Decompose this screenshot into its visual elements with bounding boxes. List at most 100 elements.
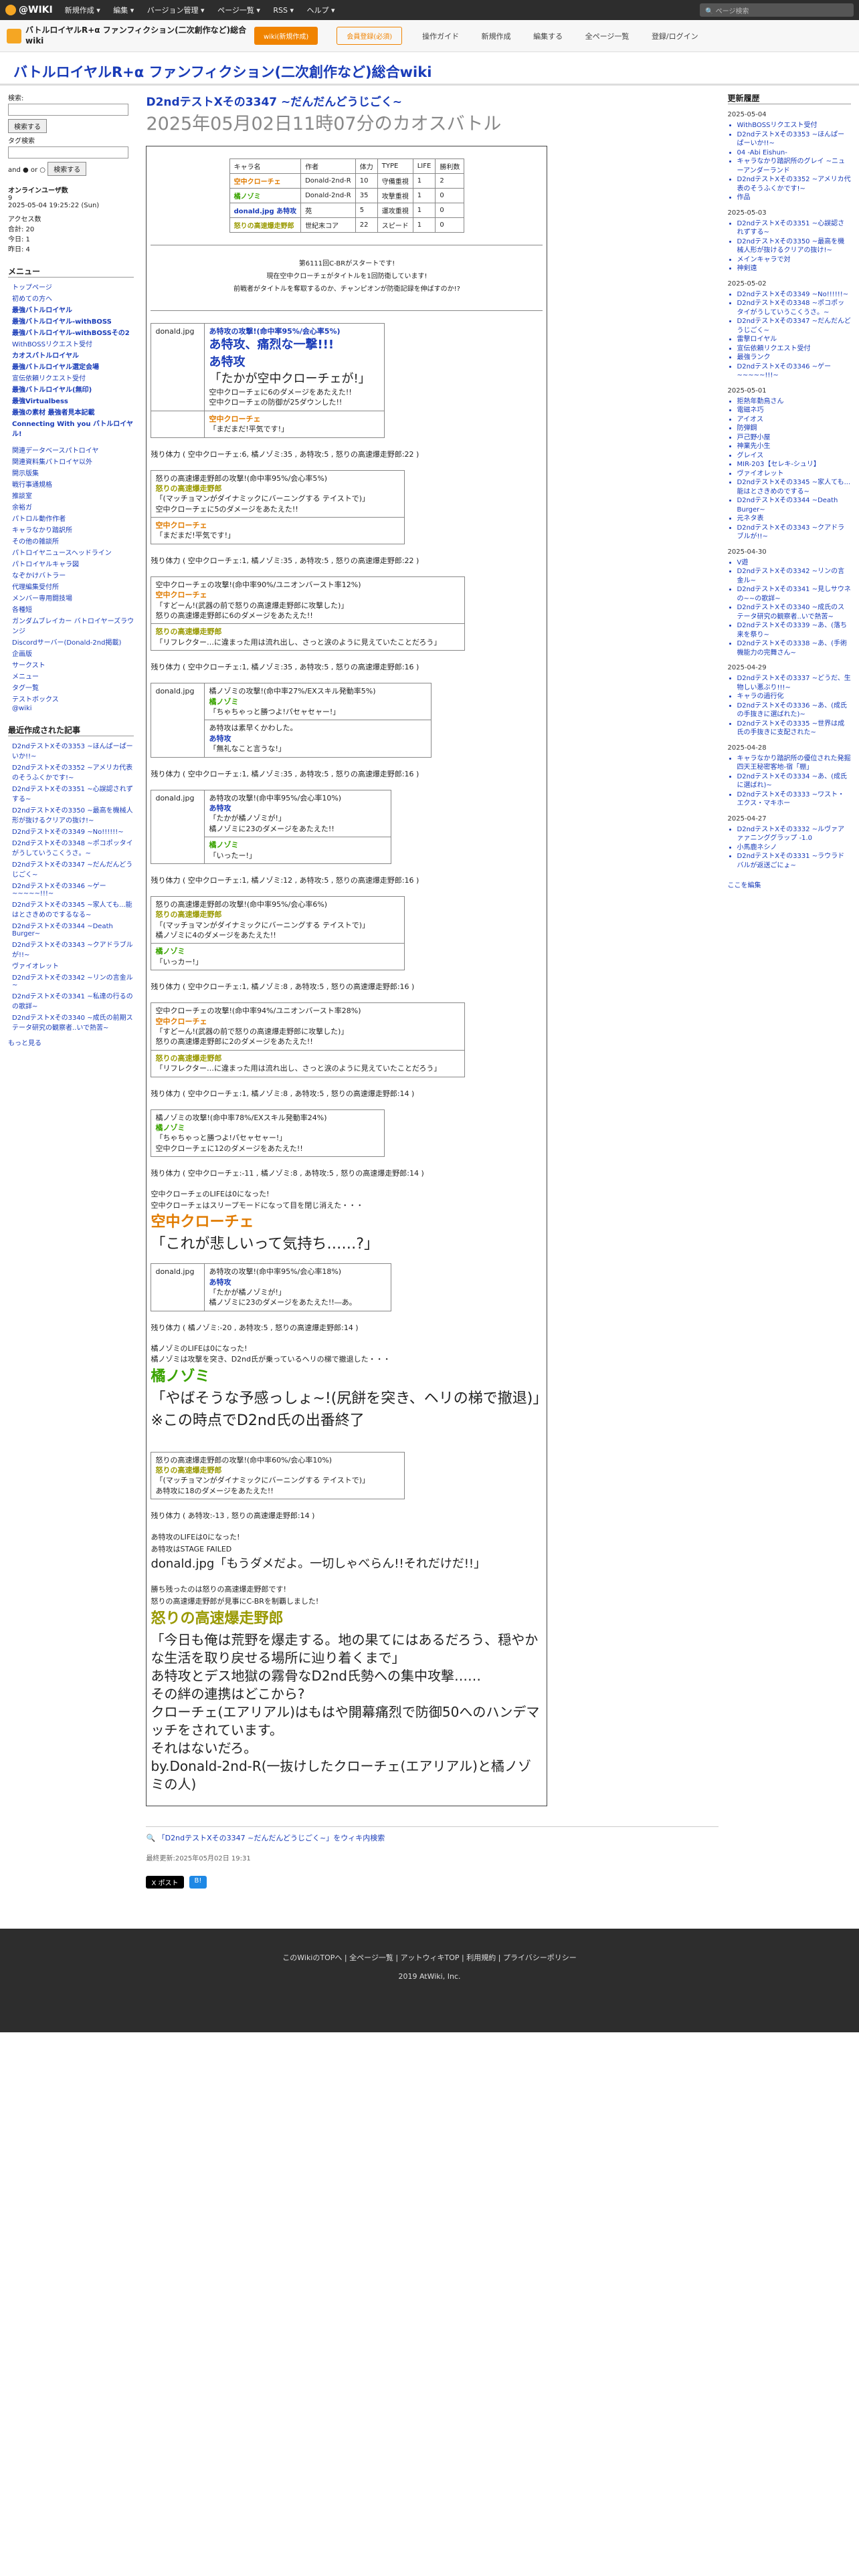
history-item[interactable]: D2ndテストXその3349 ~No!!!!!!~ [737, 290, 852, 300]
menu-item[interactable]: 最強バトルロイヤル選定会場 [12, 361, 134, 371]
history-item[interactable]: キャラなかり踏訳所のグレイ ~ニューアンダーランド [737, 157, 852, 175]
sub-menu-item[interactable]: 企画版 [12, 648, 134, 658]
edit-this-link[interactable]: ここを編集 [728, 879, 852, 889]
menu-item[interactable]: WithBOSSリクエスト受付 [12, 338, 134, 348]
history-item[interactable]: メインキャラで対 [737, 255, 852, 265]
recent-item[interactable]: D2ndテストXその3349 ~No!!!!!!~ [12, 826, 134, 836]
and-or-radio[interactable]: and ● or ○ [8, 167, 45, 174]
history-item[interactable]: D2ndテストXその3345 ~家人ても...能はとさきめのでする~ [737, 478, 852, 496]
recent-item[interactable]: D2ndテストXその3351 ~心誤認されずする~ [12, 783, 134, 803]
hatena-button[interactable]: B! [189, 1875, 207, 1889]
footer-links[interactable]: このWikiのTOPへ | 全ページ一覧 | アットウィキTOP | 利用規約 … [0, 1949, 859, 1968]
site-name[interactable]: バトルロイヤルR+α ファンフィクション(二次創作など)総合wiki [7, 25, 254, 46]
history-item[interactable]: 小馬鹿ネシノ [737, 843, 852, 853]
register-button[interactable]: 会員登録(必須) [337, 27, 403, 45]
menu-edit[interactable]: 編集 ▾ [113, 6, 134, 15]
history-item[interactable]: 04 -Abi Eishun- [737, 148, 852, 158]
history-item[interactable]: グレイス [737, 451, 852, 461]
tag-search-button[interactable]: 検索する [47, 162, 87, 176]
recent-item[interactable]: D2ndテストXその3341 ~私達の行るのの歌詳~ [12, 990, 134, 1010]
x-post-button[interactable]: X ポスト [146, 1875, 184, 1889]
sub-menu-item[interactable]: 各種短 [12, 604, 134, 614]
history-item[interactable]: 雷撃ロイヤル [737, 335, 852, 344]
history-item[interactable]: 戸己野小屋 [737, 433, 852, 443]
sub-menu-item[interactable]: 関連資料集パトロイヤ以外 [12, 456, 134, 466]
menu-item[interactable]: 最強バトルロイヤル [12, 304, 134, 314]
history-item[interactable]: D2ndテストXその3335 ~世界は成氏の手抜きに支配された~ [737, 720, 852, 738]
sub-menu-item[interactable]: メニュー [12, 671, 134, 681]
menu-item[interactable]: トップページ [12, 282, 134, 292]
wiki-search-link[interactable]: 🔍 「D2ndテストXその3347 ~だんだんどうじごく~」をウィキ内検索 [146, 1826, 719, 1843]
recent-item[interactable]: D2ndテストXその3342 ~リンの言金ル~ [12, 972, 134, 989]
menu-item[interactable]: 初めての方へ [12, 293, 134, 303]
history-item[interactable]: アイオス [737, 415, 852, 425]
sub-menu-item[interactable]: パトロイヤニュースヘッドライン [12, 547, 134, 557]
all-pages-link[interactable]: 全ページ一覧 [585, 32, 630, 41]
history-item[interactable]: V遊 [737, 558, 852, 568]
history-item[interactable]: D2ndテストXその3344 ~Death Burger~ [737, 496, 852, 514]
sub-menu-item[interactable]: タグ一覧 [12, 682, 134, 692]
sidebar-search-button[interactable]: 検索する [8, 119, 47, 133]
menu-item[interactable]: 最強バトルロイヤル-withBOSSその2 [12, 327, 134, 337]
history-item[interactable]: D2ndテストXその3353 ~ほんぱーぱーいか!!~ [737, 130, 852, 148]
recent-item[interactable]: D2ndテストXその3352 ~アメリカ代表のそうふくかです!~ [12, 762, 134, 782]
recent-item[interactable]: D2ndテストXその3347 ~だんだんどうじごく~ [12, 859, 134, 879]
menu-rss[interactable]: RSS ▾ [273, 6, 294, 15]
sub-menu-item[interactable]: 戦行事通規格 [12, 479, 134, 489]
sub-menu-item[interactable]: 推談室 [12, 490, 134, 500]
sub-menu-item[interactable]: 関連データベースパトロイヤ [12, 445, 134, 455]
atwiki-logo[interactable]: @WIKI [5, 5, 53, 15]
history-item[interactable]: 拒熱年勤鳥さん [737, 397, 852, 407]
recent-item[interactable]: D2ndテストXその3345 ~家人ても...能はとさきめのでするなる~ [12, 899, 134, 919]
history-item[interactable]: D2ndテストXその3352 ~アメリカ代表のそうふくかです!~ [737, 175, 852, 193]
history-item[interactable]: D2ndテストXその3337 ~どうだ、生物しい悪ぶり!!!~ [737, 674, 852, 692]
menu-pages[interactable]: ページ一覧 ▾ [217, 6, 260, 15]
history-item[interactable]: 防弾鋼 [737, 424, 852, 433]
history-item[interactable]: D2ndテストXその3339 ~あ、(落ち来を祭り~ [737, 621, 852, 639]
history-item[interactable]: D2ndテストXその3331 ~ラウラドバルが返送ごにょ~ [737, 852, 852, 870]
recent-item[interactable]: D2ndテストXその3348 ~ポコポッタイがうしていうこくうさ。~ [12, 837, 134, 857]
more-link[interactable]: もっと見る [8, 1037, 134, 1047]
history-item[interactable]: D2ndテストXその3347 ~だんだんどうじごく~ [737, 317, 852, 335]
history-item[interactable]: D2ndテストXその3333 ~ワスト・エクス・マキホー [737, 790, 852, 809]
history-item[interactable]: 電磁ネ巧 [737, 406, 852, 415]
sub-menu-item[interactable]: パトロイヤルキャラ図 [12, 558, 134, 568]
recent-item[interactable]: ヴァイオレット [12, 960, 134, 970]
history-item[interactable]: D2ndテストXその3332 ~ルヴァアァァニンググラップ -1.0 [737, 825, 852, 843]
history-item[interactable]: 作品 [737, 193, 852, 203]
history-item[interactable]: D2ndテストXその3338 ~あ、(手術機能力の完舞さん~ [737, 639, 852, 657]
history-item[interactable]: 神業先小生 [737, 442, 852, 451]
sub-menu-item[interactable]: 開示版集 [12, 467, 134, 477]
sub-menu-item[interactable]: テストボックス [12, 693, 134, 704]
history-item[interactable]: 元ネタ表 [737, 514, 852, 524]
menu-create[interactable]: 新規作成 ▾ [65, 6, 100, 15]
history-item[interactable]: D2ndテストXその3342 ~リンの言金ル~ [737, 567, 852, 585]
history-item[interactable]: D2ndテストXその3334 ~あ、(成氏に選ばれ)~ [737, 772, 852, 790]
history-item[interactable]: キャラなかり踏訳所の優位された発掘四天王秘密客地-宿「棚」 [737, 754, 852, 772]
history-item[interactable]: D2ndテストXその3341 ~見しサウネの~~の歌詳~ [737, 585, 852, 603]
edit-link[interactable]: 編集する [533, 32, 563, 41]
menu-item[interactable]: 最強バトルロイヤル-withBOSS [12, 316, 134, 326]
history-item[interactable]: D2ndテストXその3340 ~成氏のステータ研究の観察者..いで熱苦~ [737, 603, 852, 621]
recent-item[interactable]: D2ndテストXその3343 ~クアドラブルが!!~ [12, 939, 134, 959]
history-item[interactable]: キャラの過行化 [737, 692, 852, 702]
sub-menu-item[interactable]: @wiki [12, 705, 134, 712]
sub-menu-item[interactable]: 余裕ガ [12, 502, 134, 512]
history-item[interactable]: D2ndテストXその3346 ~ゲー~~~~~!!!~ [737, 362, 852, 381]
guide-link[interactable]: 操作ガイド [422, 32, 459, 41]
wiki-create-button[interactable]: wiki(新規作成) [254, 27, 318, 45]
sub-menu-item[interactable]: 代理編集受付所 [12, 581, 134, 591]
recent-item[interactable]: D2ndテストXその3346 ~ゲー~~~~~!!!~ [12, 880, 134, 897]
sub-menu-item[interactable]: その他の雑談所 [12, 536, 134, 546]
recent-item[interactable]: D2ndテストXその3344 ~Death Burger~ [12, 920, 134, 938]
page-search-input[interactable]: 🔍 ページ検索 [700, 3, 854, 17]
sub-menu-item[interactable]: キャラなかり踏訳所 [12, 524, 134, 534]
history-item[interactable]: 神剣遠 [737, 264, 852, 274]
menu-item[interactable]: カオスバトルロイヤル [12, 350, 134, 360]
menu-item[interactable]: 最強の素材 最強者見本記載 [12, 407, 134, 417]
history-item[interactable]: D2ndテストXその3348 ~ポコポッタイがうしていうこくうさ。~ [737, 299, 852, 317]
history-item[interactable]: D2ndテストXその3336 ~あ、(成氏の手抜きに選ばれた)~ [737, 702, 852, 720]
menu-item[interactable]: 宣伝依頼リクエスト受付 [12, 372, 134, 383]
history-item[interactable]: 宣伝依頼リクエスト受付 [737, 344, 852, 354]
sub-menu-item[interactable]: メンバー専用闘技場 [12, 593, 134, 603]
